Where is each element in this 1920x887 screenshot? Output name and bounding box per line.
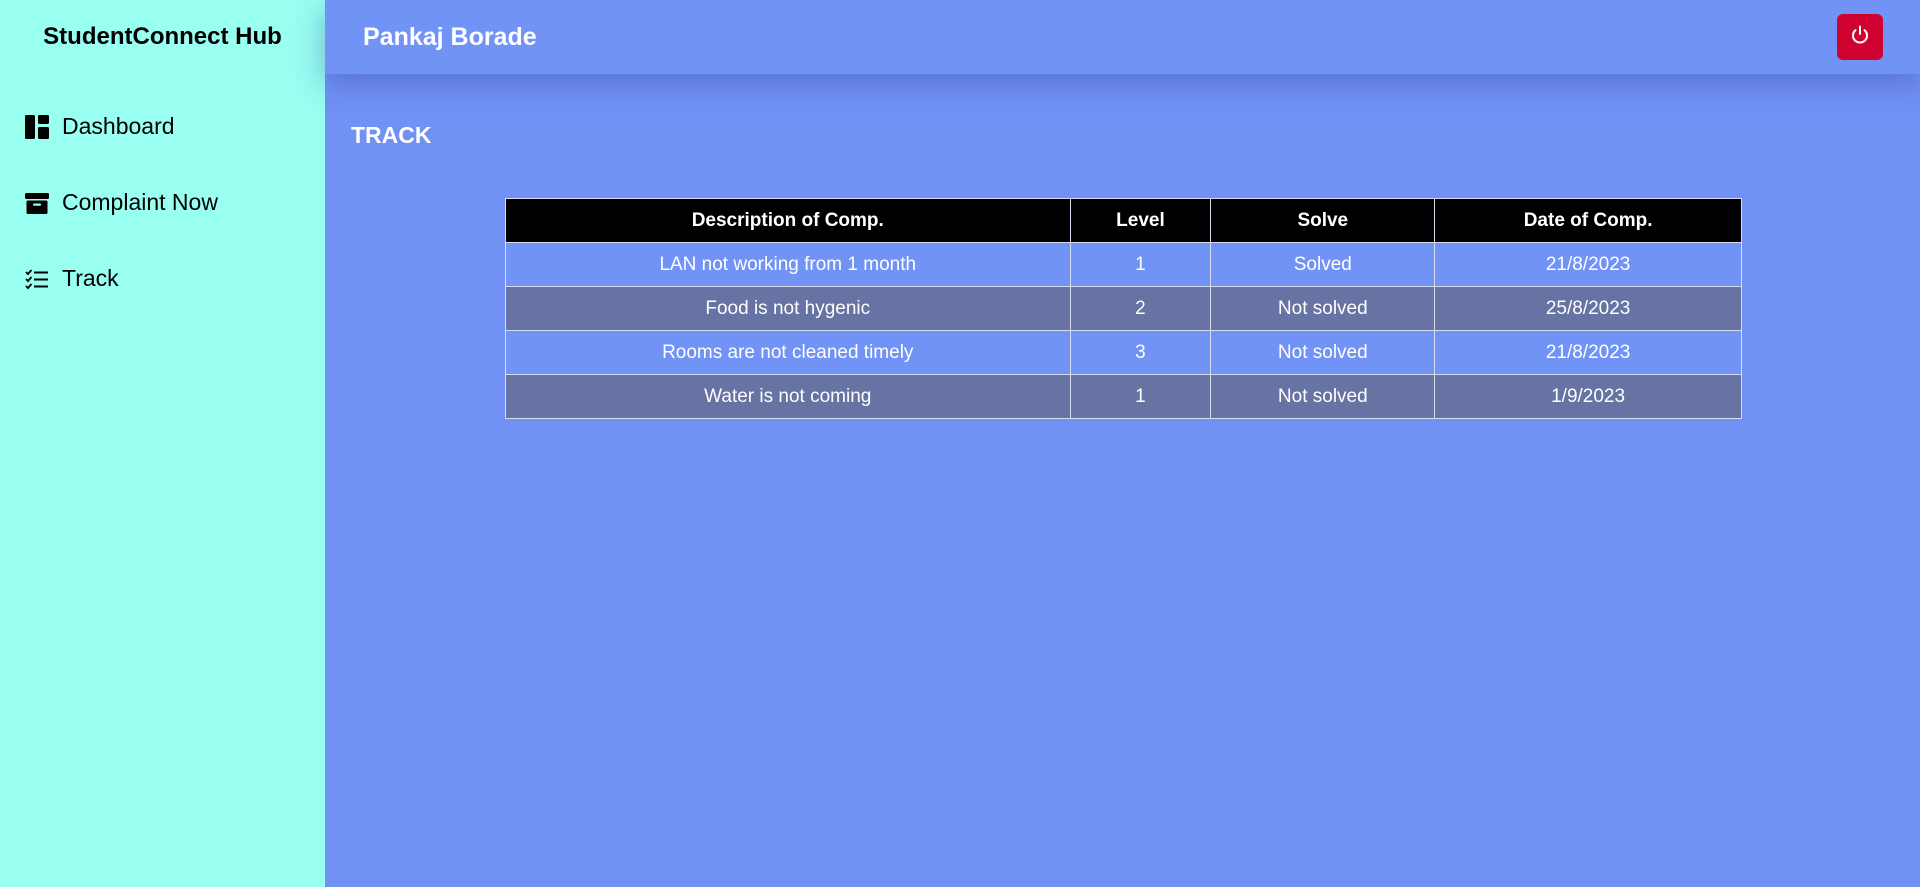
- sidebar-item-label: Dashboard: [62, 113, 175, 139]
- cell-solve: Not solved: [1210, 374, 1436, 419]
- sidebar-item-dashboard[interactable]: Dashboard: [24, 113, 175, 140]
- cell-level: 1: [1069, 242, 1212, 287]
- column-header-description: Description of Comp.: [505, 198, 1071, 243]
- sidebar: StudentConnect Hub Dashboard Complaint N…: [0, 0, 325, 887]
- checklist-icon: [24, 266, 50, 292]
- main-content: TRACK Description of Comp. Level Solve D…: [325, 74, 1920, 887]
- sidebar-item-complaint-now[interactable]: Complaint Now: [24, 189, 218, 216]
- column-header-solve: Solve: [1210, 198, 1436, 243]
- column-header-level: Level: [1069, 198, 1212, 243]
- logout-button[interactable]: [1837, 14, 1883, 60]
- table-row: Food is not hygenic 2 Not solved 25/8/20…: [505, 286, 1742, 331]
- power-icon: [1849, 24, 1871, 51]
- sidebar-item-label: Track: [62, 265, 119, 291]
- complaints-table: Description of Comp. Level Solve Date of…: [505, 198, 1742, 419]
- cell-description: Water is not coming: [505, 374, 1071, 419]
- archive-box-icon: [24, 190, 50, 216]
- cell-description: LAN not working from 1 month: [505, 242, 1071, 287]
- cell-description: Rooms are not cleaned timely: [505, 330, 1071, 375]
- cell-level: 3: [1069, 330, 1212, 375]
- dashboard-icon: [24, 114, 50, 140]
- cell-date: 1/9/2023: [1434, 374, 1742, 419]
- cell-solve: Not solved: [1210, 286, 1436, 331]
- sidebar-item-label: Complaint Now: [62, 189, 218, 215]
- app-root: StudentConnect Hub Dashboard Complaint N…: [0, 0, 1920, 887]
- cell-solve: Solved: [1210, 242, 1436, 287]
- page-title: TRACK: [351, 122, 432, 148]
- column-header-date: Date of Comp.: [1434, 198, 1742, 243]
- cell-date: 21/8/2023: [1434, 242, 1742, 287]
- user-name: Pankaj Borade: [363, 22, 537, 51]
- table-row: LAN not working from 1 month 1 Solved 21…: [505, 242, 1742, 287]
- cell-date: 21/8/2023: [1434, 330, 1742, 375]
- cell-solve: Not solved: [1210, 330, 1436, 375]
- table-header-row: Description of Comp. Level Solve Date of…: [505, 198, 1742, 243]
- top-header: Pankaj Borade: [325, 0, 1920, 74]
- sidebar-item-track[interactable]: Track: [24, 265, 119, 292]
- table-row: Rooms are not cleaned timely 3 Not solve…: [505, 330, 1742, 375]
- cell-level: 1: [1069, 374, 1212, 419]
- table-row: Water is not coming 1 Not solved 1/9/202…: [505, 374, 1742, 419]
- cell-description: Food is not hygenic: [505, 286, 1071, 331]
- cell-level: 2: [1069, 286, 1212, 331]
- cell-date: 25/8/2023: [1434, 286, 1742, 331]
- brand-title: StudentConnect Hub: [43, 23, 282, 50]
